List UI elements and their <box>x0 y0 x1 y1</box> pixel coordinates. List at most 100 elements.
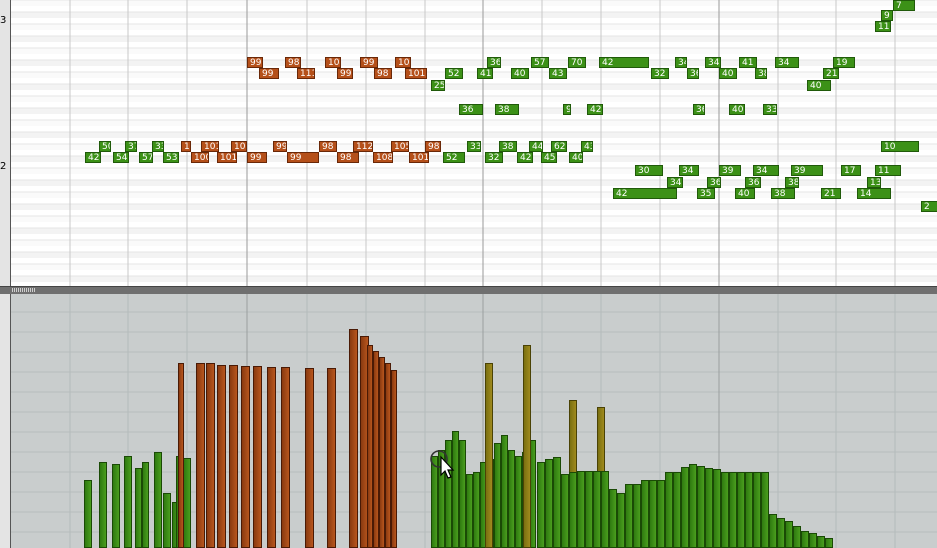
midi-note[interactable]: 57 <box>139 152 153 163</box>
midi-note[interactable]: 38 <box>499 141 517 152</box>
velocity-bar[interactable] <box>777 518 785 548</box>
midi-note[interactable]: 100 <box>181 141 191 152</box>
velocity-bar[interactable] <box>729 472 737 548</box>
velocity-lane[interactable] <box>11 294 937 548</box>
midi-note[interactable]: 50 <box>99 141 111 152</box>
velocity-bar[interactable] <box>649 480 657 548</box>
velocity-bar[interactable] <box>689 464 697 548</box>
velocity-bar[interactable] <box>142 462 149 548</box>
velocity-bar[interactable] <box>617 493 625 548</box>
note-grid[interactable]: 9999981111049999981081015225364157407043… <box>11 0 937 286</box>
velocity-bar[interactable] <box>681 467 689 548</box>
velocity-bar[interactable] <box>721 472 729 548</box>
velocity-bar[interactable] <box>183 458 191 548</box>
velocity-bar[interactable] <box>267 367 276 548</box>
velocity-bar[interactable] <box>641 480 649 548</box>
midi-note[interactable]: 11 <box>875 21 891 32</box>
midi-note[interactable]: 98 <box>425 141 441 152</box>
velocity-bar[interactable] <box>753 472 761 548</box>
velocity-bar[interactable] <box>825 538 833 548</box>
velocity-bar[interactable] <box>154 452 162 548</box>
midi-note[interactable]: 42 <box>517 152 533 163</box>
midi-note[interactable]: 36 <box>693 104 705 115</box>
velocity-bar[interactable] <box>241 366 250 548</box>
midi-note[interactable]: 42 <box>613 188 677 199</box>
midi-note[interactable]: 42 <box>85 152 101 163</box>
velocity-bar[interactable] <box>196 363 205 548</box>
midi-note[interactable]: 39 <box>791 165 823 176</box>
velocity-bar[interactable] <box>665 472 673 548</box>
midi-note[interactable]: 38 <box>495 104 519 115</box>
midi-note[interactable]: 105 <box>391 141 409 152</box>
velocity-bar[interactable] <box>633 484 641 548</box>
midi-note[interactable]: 14 <box>857 188 891 199</box>
velocity-bar[interactable] <box>609 489 617 548</box>
midi-note[interactable]: 33 <box>152 141 164 152</box>
midi-note[interactable]: 57 <box>531 57 549 68</box>
velocity-bar[interactable] <box>601 471 609 548</box>
midi-note[interactable]: 36 <box>459 104 483 115</box>
midi-note[interactable]: 98 <box>319 141 337 152</box>
midi-note[interactable]: 38 <box>771 188 795 199</box>
velocity-bar[interactable] <box>561 474 569 548</box>
velocity-bar[interactable] <box>625 484 633 548</box>
velocity-bar[interactable] <box>494 443 501 548</box>
velocity-bar[interactable] <box>761 472 769 548</box>
midi-note[interactable]: 40 <box>569 152 583 163</box>
velocity-bar[interactable] <box>657 480 665 548</box>
midi-note[interactable]: 40 <box>807 80 831 91</box>
velocity-bar[interactable] <box>305 368 314 548</box>
velocity-bar[interactable] <box>508 450 515 548</box>
midi-note[interactable]: 37 <box>125 141 137 152</box>
velocity-bar[interactable] <box>135 468 142 548</box>
midi-note[interactable]: 44 <box>529 141 543 152</box>
midi-note[interactable]: 41 <box>739 57 757 68</box>
velocity-bar[interactable] <box>99 462 107 548</box>
midi-note[interactable]: 36 <box>487 57 501 68</box>
midi-note[interactable]: 70 <box>568 57 586 68</box>
midi-note[interactable]: 43 <box>549 68 567 79</box>
midi-note[interactable]: 19 <box>833 57 855 68</box>
midi-note[interactable]: 41 <box>477 68 493 79</box>
midi-note[interactable]: 108 <box>373 152 393 163</box>
velocity-bar[interactable] <box>473 472 480 548</box>
midi-note[interactable]: 34 <box>667 177 683 188</box>
velocity-bar[interactable] <box>229 365 238 548</box>
midi-note[interactable]: 40 <box>719 68 737 79</box>
midi-note[interactable]: 34 <box>775 57 799 68</box>
splitter-grip-handle[interactable] <box>12 288 36 292</box>
midi-note[interactable]: 108 <box>395 57 411 68</box>
midi-note[interactable]: 38 <box>755 68 767 79</box>
velocity-bar[interactable] <box>737 472 745 548</box>
midi-note[interactable]: 99 <box>247 152 267 163</box>
velocity-bar[interactable] <box>281 367 290 548</box>
velocity-bar[interactable] <box>673 472 681 548</box>
midi-note[interactable]: 34 <box>679 165 699 176</box>
midi-note[interactable]: 7 <box>893 0 915 11</box>
midi-note[interactable]: 39 <box>719 165 741 176</box>
midi-note[interactable]: 34 <box>753 165 779 176</box>
midi-note[interactable]: 98 <box>285 57 301 68</box>
velocity-bar[interactable] <box>178 363 184 548</box>
velocity-bar[interactable] <box>809 533 817 548</box>
velocity-bar[interactable] <box>801 531 809 548</box>
velocity-bar[interactable] <box>769 514 777 548</box>
midi-note[interactable]: 101 <box>409 152 429 163</box>
velocity-bar[interactable] <box>713 469 721 548</box>
midi-note[interactable]: 98 <box>337 152 359 163</box>
midi-note[interactable]: 112 <box>353 141 373 152</box>
midi-note[interactable]: 36 <box>707 177 721 188</box>
midi-note[interactable]: 99 <box>360 57 378 68</box>
midi-note[interactable]: 32 <box>651 68 669 79</box>
midi-note[interactable]: 40 <box>511 68 529 79</box>
midi-note[interactable]: 21 <box>823 68 839 79</box>
midi-note[interactable]: 54 <box>113 152 129 163</box>
velocity-bar[interactable] <box>217 365 226 548</box>
velocity-bar[interactable] <box>124 456 132 548</box>
velocity-bar[interactable] <box>523 345 531 548</box>
midi-note[interactable]: 9 <box>881 10 893 21</box>
midi-note[interactable]: 35 <box>697 188 715 199</box>
velocity-bar[interactable] <box>817 536 825 548</box>
midi-note[interactable]: 42 <box>587 104 603 115</box>
midi-note[interactable]: 40 <box>729 104 745 115</box>
